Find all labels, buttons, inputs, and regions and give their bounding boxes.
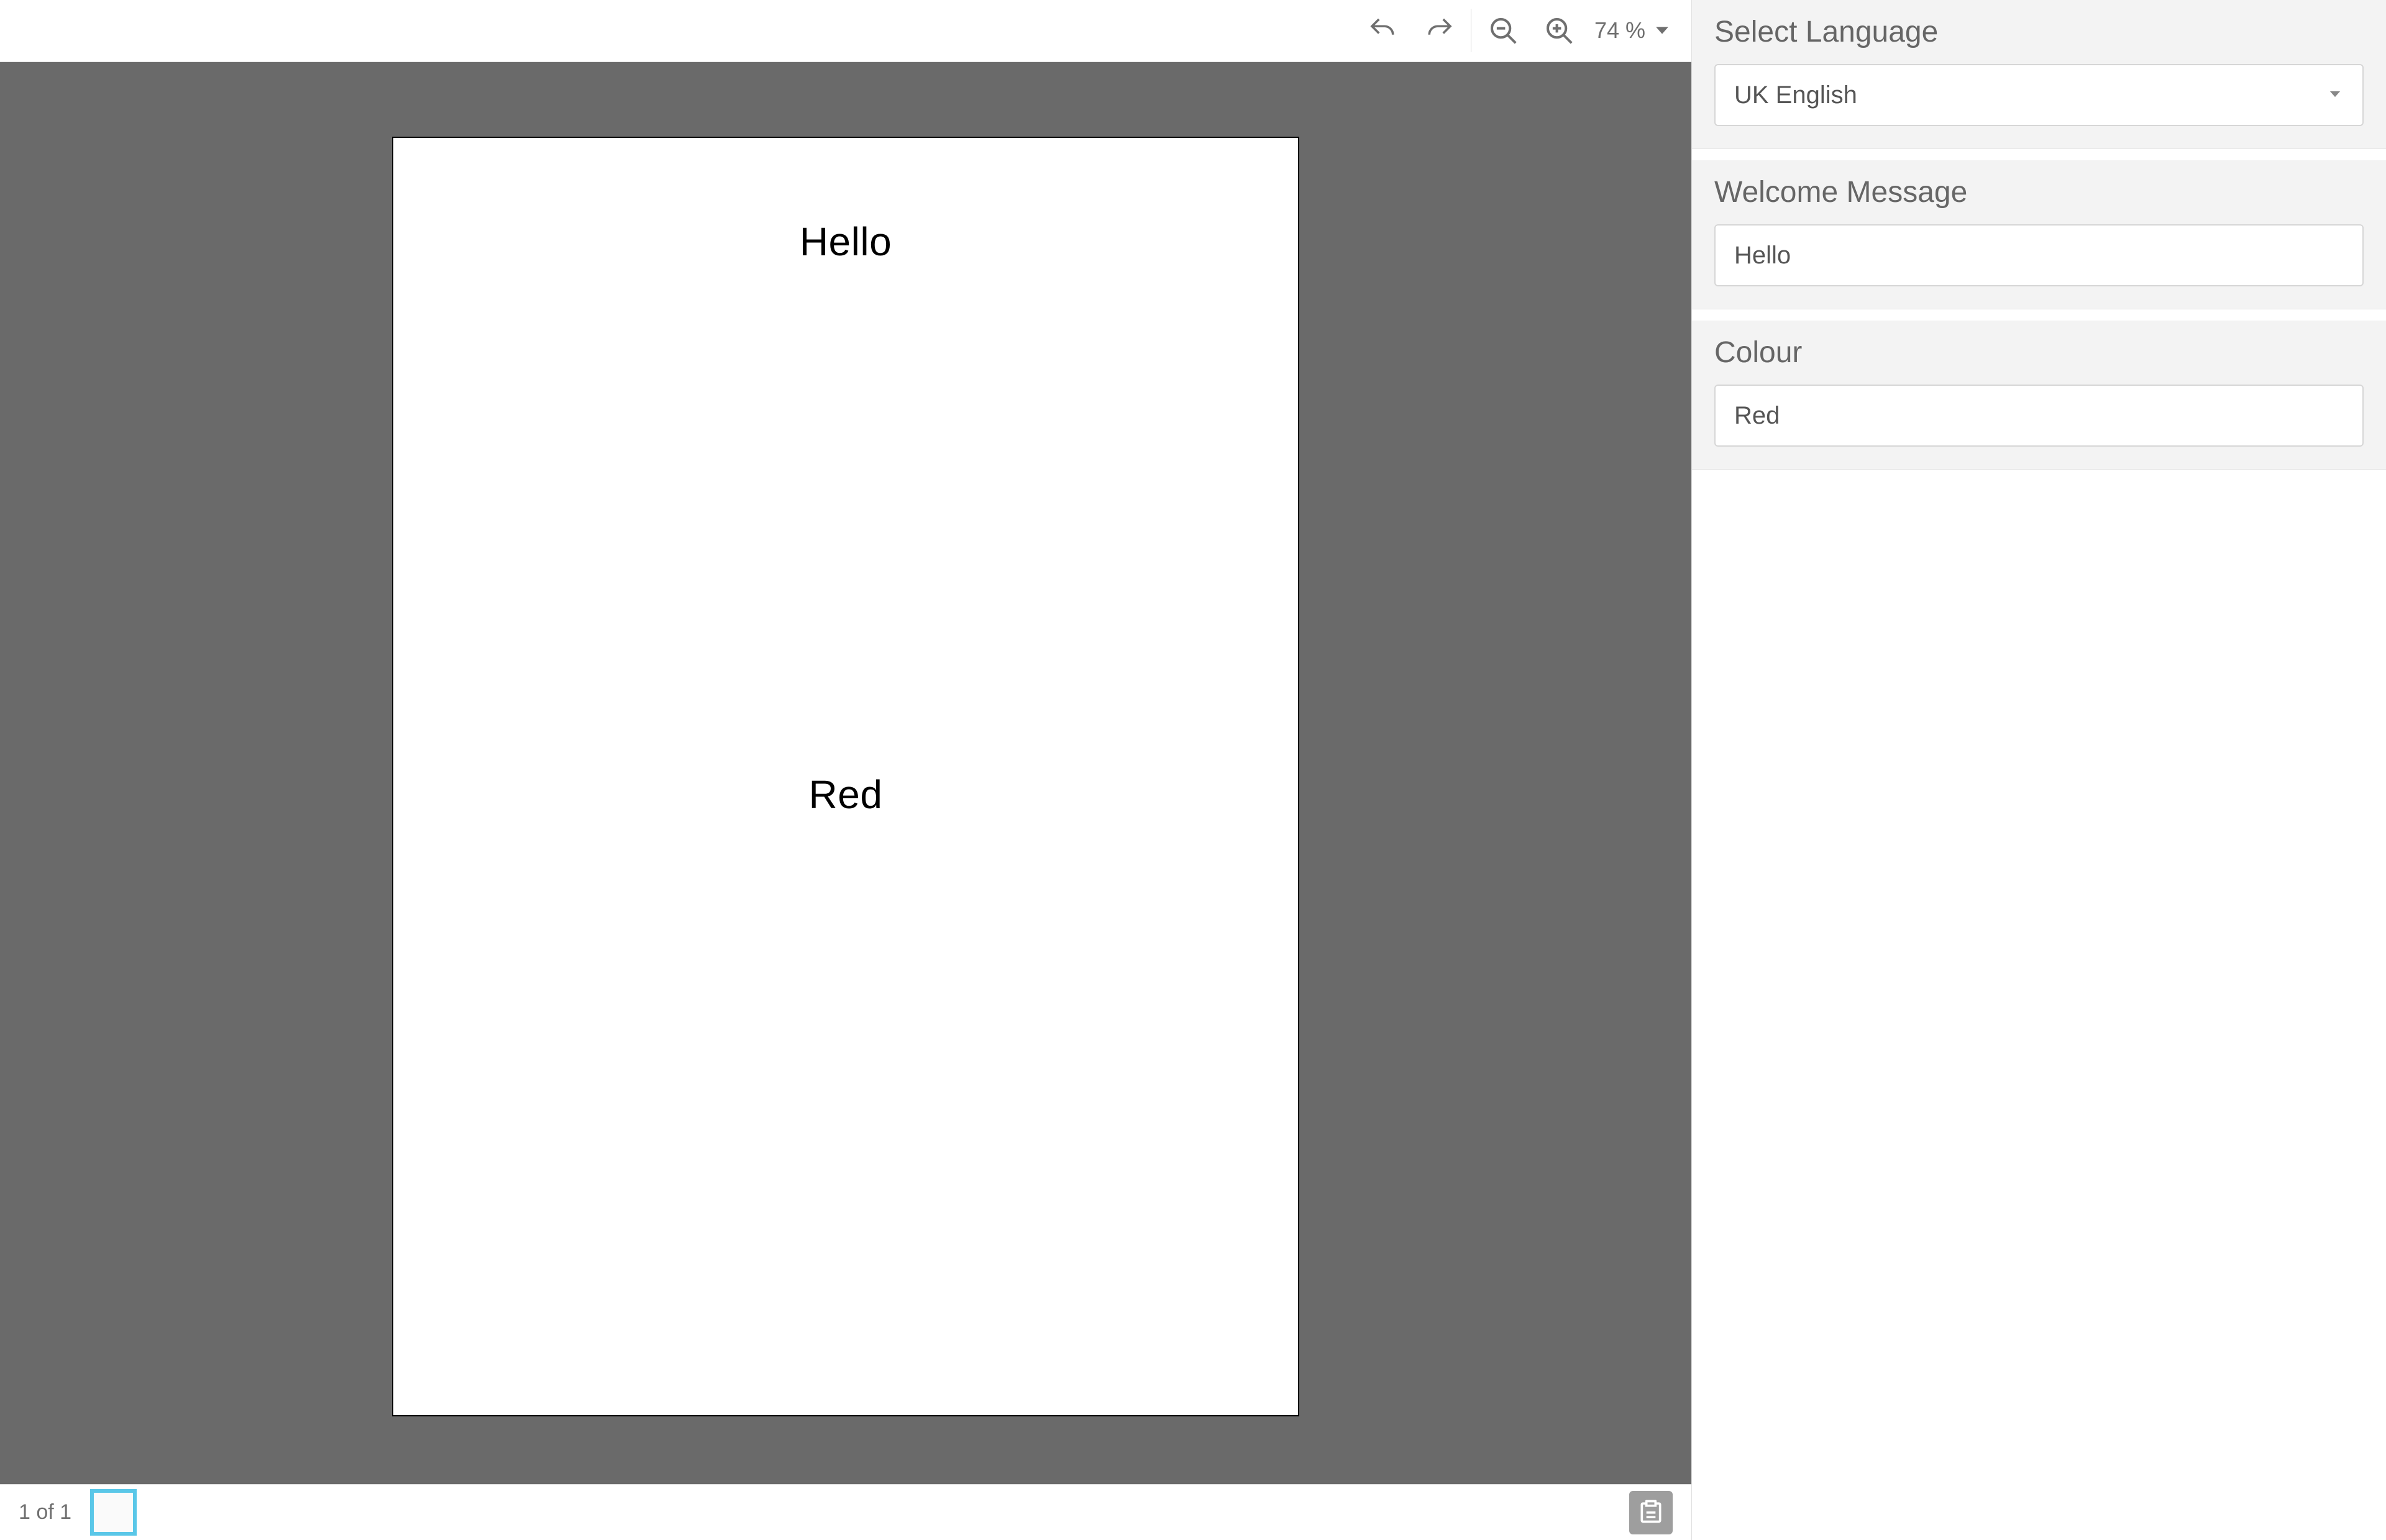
panel-colour: Colour: [1692, 321, 2386, 470]
document-viewport[interactable]: Hello Red: [0, 62, 1691, 1485]
zoom-value: 74: [1594, 17, 1619, 43]
undo-button[interactable]: [1363, 10, 1404, 51]
zoom-unit: %: [1625, 17, 1645, 43]
clipboard-button[interactable]: [1629, 1491, 1673, 1534]
page-indicator: 1 of 1: [19, 1500, 71, 1524]
zoom-level-dropdown[interactable]: 74 %: [1594, 17, 1673, 43]
redo-button[interactable]: [1419, 10, 1460, 51]
undo-icon: [1366, 14, 1400, 47]
page-text-red: Red: [393, 772, 1298, 818]
zoom-in-button[interactable]: [1538, 10, 1579, 51]
document-page: Hello Red: [392, 137, 1299, 1416]
page-thumbnail[interactable]: [90, 1489, 137, 1536]
page-text-hello: Hello: [393, 219, 1298, 265]
zoom-out-button[interactable]: [1483, 10, 1524, 51]
zoom-in-icon: [1542, 14, 1576, 47]
welcome-message-input[interactable]: [1714, 224, 2364, 286]
colour-input[interactable]: [1714, 385, 2364, 447]
zoom-group: 74 %: [1483, 10, 1673, 51]
language-select[interactable]: UK English: [1714, 64, 2364, 126]
toolbar: 74 %: [0, 0, 1691, 62]
chevron-down-icon: [2326, 81, 2344, 109]
panel-title-colour: Colour: [1714, 335, 2364, 370]
panel-welcome: Welcome Message: [1692, 160, 2386, 309]
clipboard-icon: [1637, 1498, 1665, 1527]
panel-title-welcome: Welcome Message: [1714, 175, 2364, 209]
statusbar: 1 of 1: [0, 1484, 1691, 1540]
sidebar: Select Language UK English Welcome Messa…: [1692, 0, 2386, 1540]
zoom-out-icon: [1486, 14, 1520, 47]
history-group: [1363, 10, 1460, 51]
panel-title-language: Select Language: [1714, 15, 2364, 49]
main-area: 74 % Hello Red 1 of 1: [0, 0, 1692, 1540]
chevron-down-icon: [1652, 20, 1673, 41]
redo-icon: [1422, 14, 1456, 47]
language-select-value: UK English: [1734, 81, 1857, 109]
panel-language: Select Language UK English: [1692, 0, 2386, 149]
